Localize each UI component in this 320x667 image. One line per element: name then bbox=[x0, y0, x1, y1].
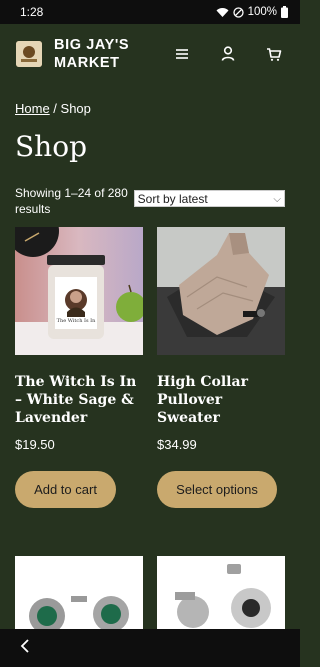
product-title[interactable]: High Collar Pullover Sweater bbox=[157, 373, 285, 427]
product-title[interactable]: The Witch Is In – White Sage & Lavender bbox=[15, 373, 143, 427]
site-title[interactable]: BIG JAY'S MARKET bbox=[54, 36, 164, 72]
battery-icon bbox=[281, 6, 288, 18]
add-to-cart-button[interactable]: Add to cart bbox=[15, 471, 116, 508]
breadcrumb-current: Shop bbox=[60, 101, 91, 116]
product-grid-row-2 bbox=[15, 556, 285, 630]
sort-selected-value: Sort by latest bbox=[137, 192, 208, 206]
page-title: Shop bbox=[15, 130, 87, 163]
battery-percent: 100% bbox=[247, 6, 277, 18]
product-price: $19.50 bbox=[15, 437, 55, 452]
select-options-button[interactable]: Select options bbox=[157, 471, 277, 508]
product-card bbox=[15, 556, 143, 630]
chevron-down-icon: ⌵ bbox=[273, 194, 281, 205]
product-image-cufflinks-silver[interactable] bbox=[157, 556, 285, 630]
status-bar: 1:28 100% bbox=[0, 0, 300, 24]
cart-icon[interactable] bbox=[262, 42, 286, 66]
do-not-disturb-icon bbox=[232, 6, 244, 18]
back-icon[interactable] bbox=[18, 638, 32, 659]
site-header: BIG JAY'S MARKET bbox=[0, 24, 300, 84]
product-image-cufflinks-green[interactable] bbox=[15, 556, 143, 630]
product-card: High Collar Pullover Sweater $34.99 Sele… bbox=[157, 227, 285, 508]
product-price: $34.99 bbox=[157, 437, 197, 452]
breadcrumb: Home / Shop bbox=[0, 84, 300, 119]
status-time: 1:28 bbox=[20, 5, 44, 19]
product-grid: The Witch Is In The Witch Is In – White … bbox=[0, 227, 300, 508]
status-icons: 100% bbox=[216, 6, 288, 18]
candle-label-text: The Witch Is In bbox=[56, 318, 96, 324]
wifi-icon bbox=[216, 7, 229, 18]
breadcrumb-home-link[interactable]: Home bbox=[15, 101, 50, 116]
breadcrumb-separator: / bbox=[49, 101, 61, 116]
system-nav-bar bbox=[0, 629, 300, 667]
product-image-candle[interactable]: The Witch Is In bbox=[15, 227, 143, 355]
site-logo[interactable] bbox=[16, 41, 42, 67]
menu-icon[interactable] bbox=[170, 42, 194, 66]
result-count: Showing 1–24 of 280 results bbox=[15, 186, 128, 216]
product-image-sweater[interactable] bbox=[157, 227, 285, 355]
product-card bbox=[157, 556, 285, 630]
account-icon[interactable] bbox=[216, 42, 240, 66]
sort-select[interactable]: Sort by latest ⌵ bbox=[133, 190, 285, 207]
product-card: The Witch Is In The Witch Is In – White … bbox=[15, 227, 143, 508]
